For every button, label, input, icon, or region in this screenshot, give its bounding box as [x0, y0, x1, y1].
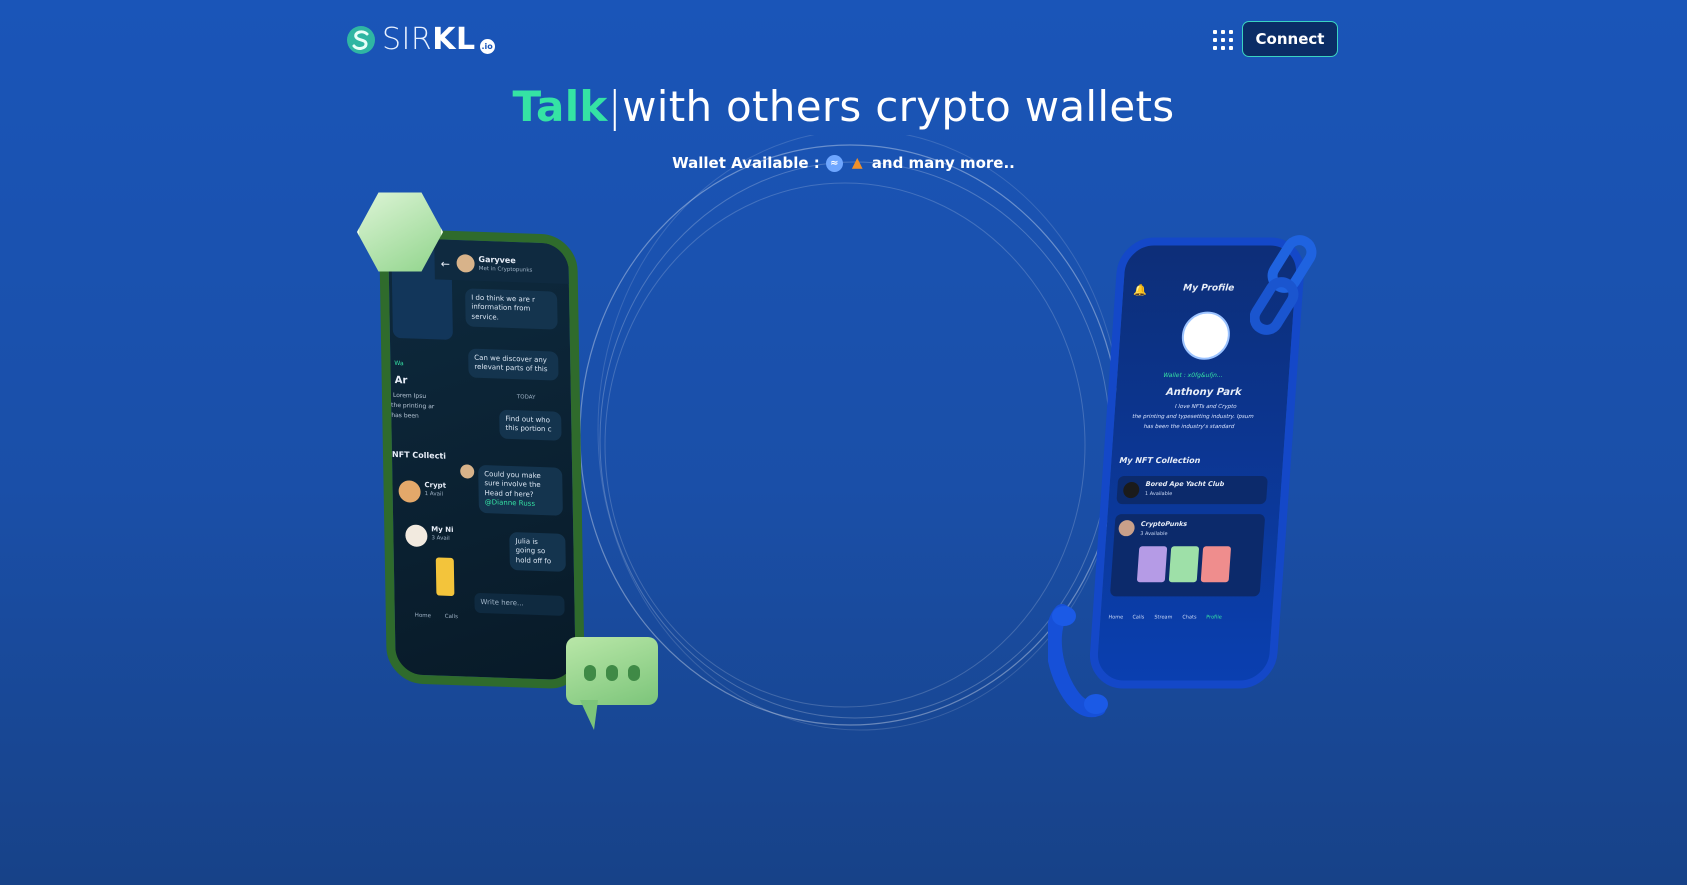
message-input[interactable]: Write here... — [474, 592, 565, 616]
typing-cursor: | — [607, 82, 623, 131]
logo-text-prefix: SIR — [382, 22, 433, 57]
nav-stream[interactable]: Stream — [1154, 614, 1172, 621]
nft-thumbnail[interactable] — [1136, 546, 1168, 583]
profile-name: Anthony Park — [1165, 386, 1242, 398]
logo-text: SIRKL — [382, 22, 476, 57]
profile-bio-line: has been the industry's standard — [1143, 423, 1235, 430]
chat-bubble-3d-icon — [566, 637, 658, 705]
message-bubble: Could you make sure involve the Head of … — [478, 464, 563, 516]
profile-bio-line: the printing and typesetting industry. I… — [1132, 413, 1254, 420]
nav-home[interactable]: Home — [415, 613, 431, 621]
back-arrow-icon: ← — [440, 257, 450, 271]
nft-thumbnail[interactable] — [1168, 546, 1200, 583]
collection-title: My NFT Collection — [1119, 455, 1201, 466]
collection-item-name: My Ni — [431, 525, 454, 535]
wallets-more: and many more.. — [871, 154, 1015, 172]
nav-profile[interactable]: Profile — [1206, 614, 1222, 621]
collection-item-name: Crypt — [424, 480, 447, 490]
apps-grid-icon[interactable] — [1213, 30, 1233, 50]
wallets-label: Wallet Available : — [672, 154, 820, 172]
profile-title: My Profile — [1182, 283, 1235, 294]
metamask-fox-icon: ▲ — [851, 155, 863, 171]
logo[interactable]: SIRKL .io — [346, 22, 495, 57]
chat-phone-mockup: 🔔 ← Garyvee Met in Cryptopunks I do thin… — [379, 228, 585, 690]
profile-name: Ar — [394, 374, 408, 387]
collection-item-name: CryptoPunks — [1140, 520, 1188, 529]
logo-io-badge: .io — [479, 39, 495, 54]
nft-thumbnail[interactable] — [1200, 546, 1232, 583]
profile-bio-line: has been — [391, 411, 419, 420]
message-bubble: I do think we are r information from ser… — [465, 288, 558, 330]
collection-avatar — [398, 480, 421, 503]
nav-home[interactable]: Home — [1108, 614, 1123, 621]
sirkl-logo-icon — [347, 25, 375, 54]
collection-item-count: 1 Avail — [424, 490, 444, 498]
phone-handset-3d-icon — [1048, 604, 1108, 718]
connect-button[interactable]: Connect — [1242, 21, 1338, 57]
nav-calls[interactable]: Calls — [445, 614, 458, 622]
contact-name: Garyvee — [478, 254, 516, 266]
collection-item-count: 1 Available — [1144, 491, 1173, 498]
collection-item-count: 3 Available — [1139, 531, 1168, 538]
wallet-blue-icon: ≈ — [825, 154, 843, 172]
collection-title: NFT Collecti — [391, 449, 447, 461]
sender-avatar — [460, 464, 475, 479]
profile-bio-line: I love NFTs and Crypto — [1174, 403, 1237, 410]
collection-item-count: 3 Avail — [431, 535, 450, 542]
message-text: Could you make sure involve the Head of … — [484, 470, 541, 499]
profile-wallet: Wallet : x0fg&ufjn... — [1162, 371, 1223, 379]
bell-icon: 🔔 — [1132, 283, 1148, 297]
message-bubble: Find out who this portion c — [499, 409, 562, 441]
contact-avatar — [456, 254, 475, 273]
profile-avatar — [1180, 311, 1232, 360]
hero-highlight: Talk — [512, 82, 608, 131]
message-bubble: Can we discover any relevant parts of th… — [468, 348, 559, 381]
chain-link-3d-icon — [1250, 235, 1317, 335]
logo-text-bold: KL — [432, 22, 476, 57]
nft-thumbnail — [435, 557, 455, 597]
mention-link[interactable]: @Dianne Russ — [485, 498, 535, 508]
nav-chats[interactable]: Chats — [1182, 614, 1197, 621]
message-bubble: Julia is going so hold off fo — [509, 531, 566, 573]
profile-bio-line: Lorem Ipsu — [392, 391, 427, 401]
collection-item-name: Bored Ape Yacht Club — [1145, 480, 1225, 489]
nav-calls[interactable]: Calls — [1132, 614, 1144, 621]
chat-bubble-tail — [580, 700, 598, 730]
hero-title: Talk|with others crypto wallets — [0, 82, 1687, 131]
collection-avatar — [405, 524, 428, 548]
profile-bio-line: the printing ar — [391, 401, 435, 411]
hero-title-rest: with others crypto wallets — [622, 82, 1175, 131]
profile-wallet: Wa — [394, 359, 404, 368]
wallets-available: Wallet Available : ≈ ▲ and many more.. — [0, 154, 1687, 172]
day-label: TODAY — [516, 394, 536, 401]
